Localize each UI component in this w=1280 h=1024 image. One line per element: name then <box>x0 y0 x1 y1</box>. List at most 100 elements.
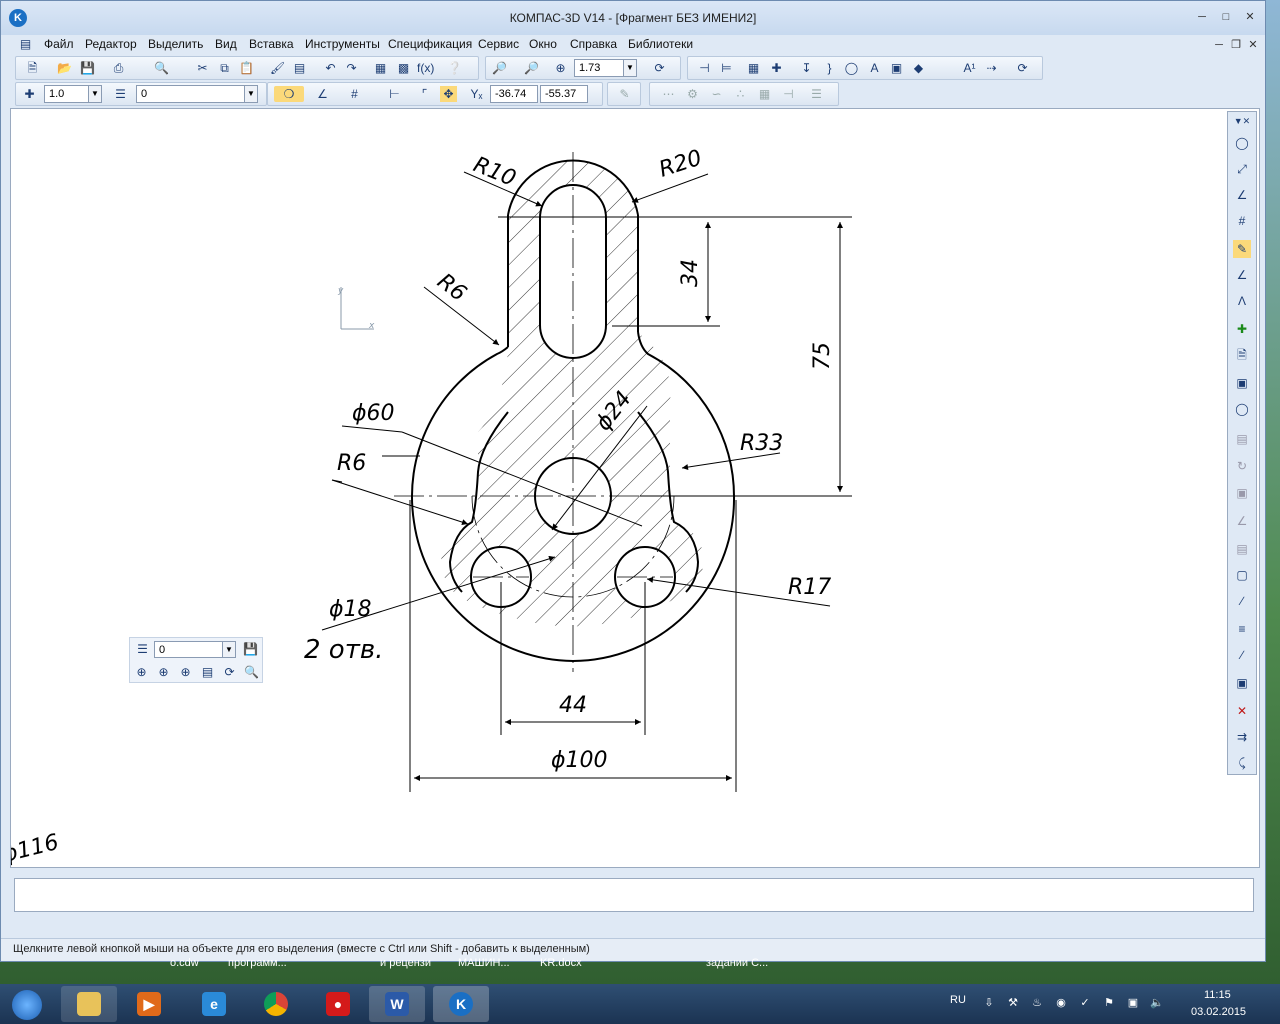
panel-preview-icon[interactable]: 🔍 <box>243 664 260 680</box>
step-input[interactable]: 1.0 <box>44 85 90 103</box>
doc-close-button[interactable]: ✕ <box>1245 38 1261 52</box>
desktop-label[interactable]: программ... <box>228 957 287 969</box>
format-brush-icon[interactable]: 🖌 <box>269 60 286 76</box>
panel-zoom-fit-icon[interactable]: ⊕ <box>155 664 172 680</box>
circle-tool-icon[interactable]: ◯ <box>843 60 860 76</box>
ortho-icon[interactable]: ⌜ <box>416 86 433 102</box>
tool-l-icon[interactable]: ⤹ <box>1233 754 1251 772</box>
tray-flag-icon[interactable]: ⚑ <box>1102 996 1116 1010</box>
taskbar-explorer[interactable] <box>61 986 117 1022</box>
desktop-label[interactable]: МАШИН... <box>458 957 510 969</box>
tray-check-icon[interactable]: ✓ <box>1078 996 1092 1010</box>
taskbar-kompas[interactable]: K <box>433 986 489 1022</box>
tool-b-icon[interactable]: ↻ <box>1233 457 1251 475</box>
grid-icon[interactable]: ▦ <box>745 60 762 76</box>
close-button[interactable]: ✕ <box>1242 10 1258 24</box>
panel-refresh-icon[interactable]: ⟳ <box>221 664 238 680</box>
parametrization-panel-icon[interactable]: ✎ <box>1233 240 1251 258</box>
panel-show-all-icon[interactable]: ▤ <box>199 664 216 680</box>
panel-zoom-scale-icon[interactable]: ⊕ <box>177 664 194 680</box>
desktop-label[interactable]: KR.docx <box>540 957 582 969</box>
panel-layer-dropdown[interactable]: ▼ <box>222 641 236 658</box>
measure-icon[interactable]: ◆ <box>910 60 927 76</box>
measure-panel-icon[interactable]: ∠ <box>1233 266 1251 284</box>
open-file-icon[interactable]: 📂 <box>56 60 73 76</box>
tool-a-icon[interactable]: ▤ <box>1233 430 1251 448</box>
menu-tools[interactable]: Инструменты <box>305 37 380 51</box>
designations-icon[interactable]: ↧ <box>798 60 815 76</box>
geometry-panel-icon[interactable]: ◯ <box>1233 134 1251 152</box>
tool-g-icon[interactable]: ∕ <box>1233 592 1251 610</box>
menu-help[interactable]: Справка <box>570 37 617 51</box>
panel-menu-icon[interactable]: ▼✕ <box>1233 112 1251 130</box>
tray-disk-icon[interactable]: ◉ <box>1054 996 1068 1010</box>
tray-fire-icon[interactable]: ♨ <box>1030 996 1044 1010</box>
variables-icon[interactable]: f(x) <box>417 60 434 76</box>
layer-dropdown[interactable]: ▼ <box>244 85 258 103</box>
menu-specification[interactable]: Спецификация <box>388 37 472 51</box>
zoom-fit-icon[interactable]: 🔎 <box>523 60 540 76</box>
text-tool-icon[interactable]: A <box>866 60 883 76</box>
clock-time[interactable]: 11:15 <box>1204 989 1231 1001</box>
copy-icon[interactable]: ⧉ <box>216 60 233 76</box>
zoom-window-icon[interactable]: 🔎 <box>491 60 508 76</box>
doc-restore-button[interactable]: ❐ <box>1228 38 1244 52</box>
rebuild-icon[interactable]: ⟳ <box>1014 60 1031 76</box>
layer-input[interactable]: 0 <box>136 85 246 103</box>
library-icon[interactable]: ▩ <box>395 60 412 76</box>
dimension-icon[interactable]: ⊣ <box>696 60 713 76</box>
zoom-in-icon[interactable]: ⊕ <box>552 60 569 76</box>
maximize-button[interactable]: □ <box>1218 10 1234 24</box>
snap-step-icon[interactable]: ✚ <box>21 86 38 102</box>
auto-dimension-icon[interactable]: ⊨ <box>718 60 735 76</box>
bracket-icon[interactable]: } <box>821 60 838 76</box>
desktop-label[interactable]: o.cdw <box>170 957 199 969</box>
minimize-button[interactable]: ─ <box>1194 10 1210 24</box>
editing-panel-icon[interactable]: # <box>1233 212 1251 230</box>
document-menu-icon[interactable]: ▤ <box>17 36 34 52</box>
properties-icon[interactable]: ▤ <box>291 60 308 76</box>
drawing-canvas[interactable]: x y R10 R20 R6 34 75 ϕ60 ϕ24 R33 R6 R17 … <box>10 108 1260 868</box>
menu-service[interactable]: Сервис <box>478 37 519 51</box>
round-icon[interactable]: ✥ <box>440 86 457 102</box>
menu-select[interactable]: Выделить <box>148 37 203 51</box>
menu-file[interactable]: Файл <box>44 37 74 51</box>
properties-area[interactable] <box>14 878 1254 912</box>
spec-panel-icon[interactable]: ✚ <box>1233 320 1251 338</box>
fragments-panel-icon[interactable]: ◯ <box>1233 400 1251 418</box>
arrow-tool-icon[interactable]: ⇢ <box>983 60 1000 76</box>
menu-editor[interactable]: Редактор <box>85 37 137 51</box>
layer-icon[interactable]: ☰ <box>112 86 129 102</box>
angle-snap-icon[interactable]: ∠ <box>314 86 331 102</box>
redo-icon[interactable]: ↷ <box>343 60 360 76</box>
start-button[interactable] <box>0 986 52 1022</box>
tool-j-icon[interactable]: ▣ <box>1233 674 1251 692</box>
undo-icon[interactable]: ↶ <box>322 60 339 76</box>
snap-icon[interactable]: ✚ <box>768 60 785 76</box>
tool-h-icon[interactable]: ≡ <box>1233 620 1251 638</box>
designations-panel-icon[interactable]: ∠ <box>1233 186 1251 204</box>
table-tool-icon[interactable]: ▣ <box>888 60 905 76</box>
zoom-dropdown[interactable]: ▼ <box>623 59 637 77</box>
tray-network-icon[interactable]: ▣ <box>1126 996 1140 1010</box>
tool-i-icon[interactable]: ∕ <box>1233 646 1251 664</box>
menu-libraries[interactable]: Библиотеки <box>628 37 693 51</box>
language-indicator[interactable]: RU <box>950 994 966 1006</box>
tool-d-icon[interactable]: ∠ <box>1233 512 1251 530</box>
taskbar-chrome[interactable] <box>248 986 304 1022</box>
panel-zoom-icon[interactable]: ⊕ <box>133 664 150 680</box>
taskbar-red-app[interactable]: ● <box>310 986 366 1022</box>
refresh-icon[interactable]: ⟳ <box>651 60 668 76</box>
taskbar-word[interactable]: W <box>369 986 425 1022</box>
coord-x-field[interactable]: -36.74 <box>490 85 538 103</box>
tool-c-icon[interactable]: ▣ <box>1233 484 1251 502</box>
report-panel-icon[interactable]: 🗎 <box>1233 346 1251 364</box>
taskbar-media[interactable]: ▶ <box>121 986 177 1022</box>
desktop-label[interactable]: задании С... <box>706 957 768 969</box>
zoom-input[interactable]: 1.73 <box>574 59 624 77</box>
desktop-label[interactable]: и рецензи <box>380 957 431 969</box>
menu-insert[interactable]: Вставка <box>249 37 294 51</box>
local-cs-icon[interactable]: ⊢ <box>386 86 403 102</box>
select-panel-icon[interactable]: Λ <box>1233 292 1251 310</box>
taskbar-ie[interactable]: e <box>186 986 242 1022</box>
